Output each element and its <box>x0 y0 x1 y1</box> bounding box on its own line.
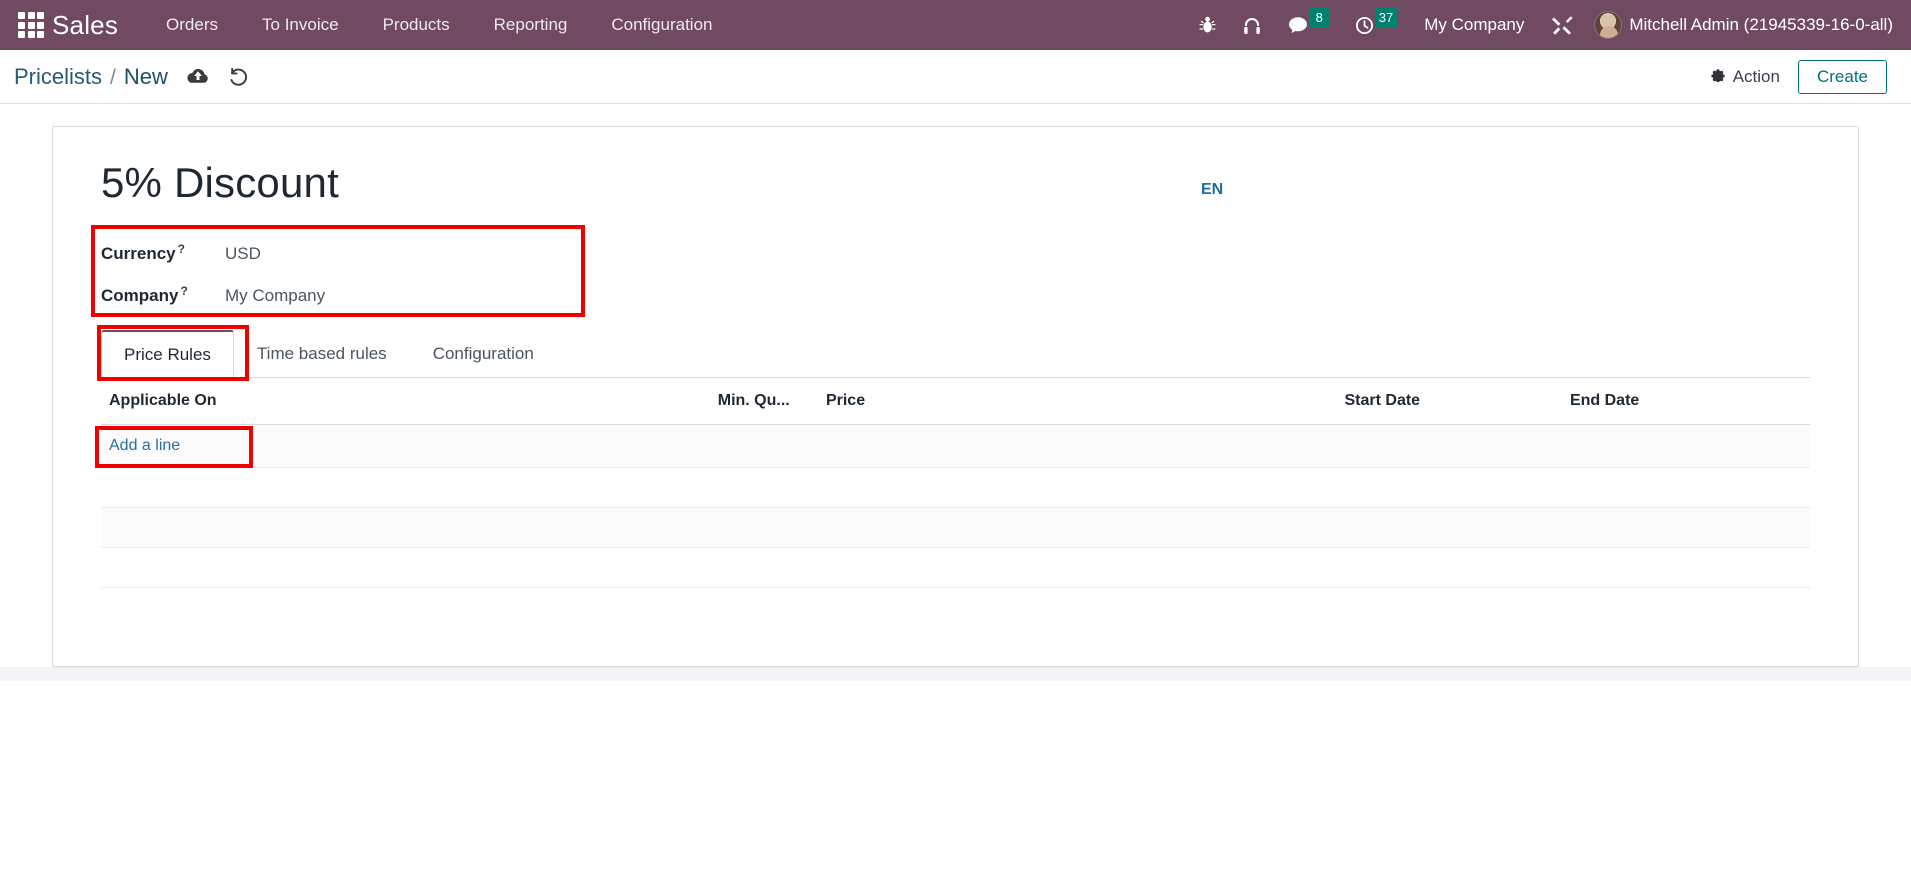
activities-badge: 37 <box>1374 8 1398 28</box>
menu-orders[interactable]: Orders <box>144 0 240 50</box>
breadcrumb-separator: / <box>110 65 116 89</box>
control-panel-right: Action Create <box>1710 59 1887 94</box>
language-badge[interactable]: EN <box>1201 181 1223 199</box>
company-value[interactable]: My Company <box>211 286 325 306</box>
price-rules-table: Applicable On Min. Qu... Price Start Dat… <box>101 378 1810 644</box>
undo-discard-icon[interactable] <box>228 67 250 87</box>
app-brand-sales[interactable]: Sales <box>52 10 118 41</box>
table-row <box>101 467 1810 509</box>
price-rules-table-wrap: Applicable On Min. Qu... Price Start Dat… <box>95 378 1810 644</box>
support-headset-icon[interactable] <box>1229 0 1275 50</box>
menu-reporting[interactable]: Reporting <box>472 0 590 50</box>
top-navbar: Sales Orders To Invoice Products Reporti… <box>0 0 1911 50</box>
sheet-wrapper: 5% Discount EN Currency ? USD Company ? <box>0 126 1911 667</box>
company-label-text: Company <box>101 286 179 306</box>
empty-cell <box>101 467 1810 509</box>
company-help-icon[interactable]: ? <box>180 284 187 298</box>
field-row-currency: Currency ? USD <box>101 233 571 275</box>
company-switcher[interactable]: My Company <box>1410 15 1538 35</box>
currency-value[interactable]: USD <box>211 244 261 264</box>
breadcrumb: Pricelists / New <box>14 64 168 90</box>
page-background <box>0 680 1911 781</box>
tab-time-based-rules[interactable]: Time based rules <box>234 330 410 378</box>
create-button[interactable]: Create <box>1797 59 1887 94</box>
breadcrumb-pricelists[interactable]: Pricelists <box>14 64 102 90</box>
navbar-right-group: 8 37 My Company Mitchell Admin (21945339… <box>1186 0 1897 50</box>
empty-cell <box>101 588 1810 644</box>
column-end-date[interactable]: End Date <box>1561 378 1810 426</box>
tab-configuration[interactable]: Configuration <box>410 330 557 378</box>
table-row <box>101 588 1810 644</box>
page-title[interactable]: 5% Discount <box>101 153 339 209</box>
action-button-label: Action <box>1732 66 1780 86</box>
column-min-quantity[interactable]: Min. Qu... <box>709 378 818 426</box>
apps-grid-icon[interactable] <box>18 12 44 38</box>
column-applicable-on[interactable]: Applicable On <box>101 378 710 426</box>
menu-to-invoice[interactable]: To Invoice <box>240 0 361 50</box>
table-row <box>101 507 1810 549</box>
table-header-row: Applicable On Min. Qu... Price Start Dat… <box>101 378 1810 426</box>
form-view-area: 5% Discount EN Currency ? USD Company ? <box>0 104 1911 887</box>
empty-cell <box>101 507 1810 549</box>
messages-badge: 8 <box>1309 8 1329 28</box>
activities-clock-icon[interactable]: 37 <box>1342 0 1410 50</box>
avatar <box>1594 11 1623 39</box>
company-label: Company ? <box>101 284 211 306</box>
menu-configuration[interactable]: Configuration <box>589 0 734 50</box>
field-row-company: Company ? My Company <box>101 275 571 317</box>
add-a-line-cell: Add a line <box>101 424 1810 469</box>
table-row <box>101 547 1810 589</box>
action-button[interactable]: Action <box>1710 66 1780 87</box>
form-sheet: 5% Discount EN Currency ? USD Company ? <box>52 126 1859 667</box>
currency-help-icon[interactable]: ? <box>178 242 185 256</box>
tab-price-rules[interactable]: Price Rules <box>101 330 234 379</box>
column-start-date[interactable]: Start Date <box>1336 378 1562 426</box>
field-group: Currency ? USD Company ? My Company <box>91 225 585 318</box>
tools-wrench-icon[interactable] <box>1538 0 1586 50</box>
cloud-upload-save-icon[interactable] <box>186 67 210 86</box>
user-name-label: Mitchell Admin (21945339-16-0-all) <box>1629 15 1893 34</box>
gear-icon <box>1710 66 1726 87</box>
notebook: Price Rules Time based rules Configurati… <box>95 325 1810 644</box>
control-panel: Pricelists / New Action Create <box>0 50 1911 104</box>
currency-label-text: Currency <box>101 244 176 264</box>
breadcrumb-current: New <box>123 63 168 89</box>
sheet-bottom-shadow <box>0 666 1911 681</box>
add-a-line-link[interactable]: Add a line <box>109 437 180 455</box>
notebook-tabs: Price Rules Time based rules Configurati… <box>101 329 1810 379</box>
title-row: 5% Discount EN <box>101 153 1810 209</box>
currency-label: Currency ? <box>101 242 211 264</box>
messages-icon[interactable]: 8 <box>1275 0 1342 50</box>
empty-cell <box>101 547 1810 589</box>
user-menu[interactable]: Mitchell Admin (21945339-16-0-all) <box>1586 11 1897 39</box>
bug-icon[interactable] <box>1186 0 1229 50</box>
add-a-line-row[interactable]: Add a line <box>101 424 1810 469</box>
menu-products[interactable]: Products <box>361 0 472 50</box>
column-price[interactable]: Price <box>817 378 1337 426</box>
